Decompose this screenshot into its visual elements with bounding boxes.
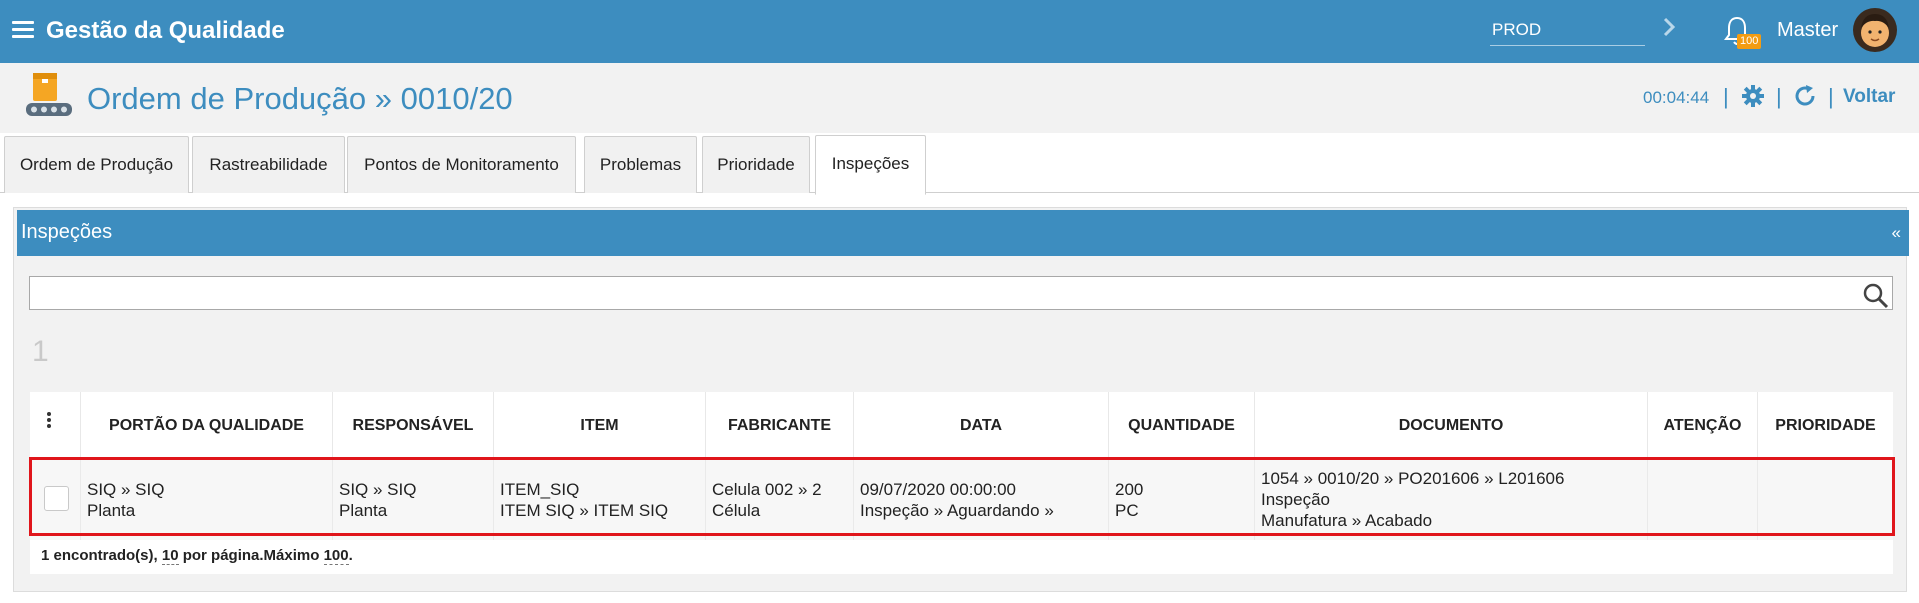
app-title: Gestão da Qualidade bbox=[46, 17, 285, 44]
column-header[interactable]: DATA bbox=[853, 392, 1108, 459]
column-header[interactable]: QUANTIDADE bbox=[1108, 392, 1254, 459]
cell-data: 09/07/2020 00:00:00 Inspeção » Aguardando… bbox=[853, 460, 1108, 540]
panel-title: Inspeções bbox=[21, 221, 113, 243]
separator: | bbox=[1723, 84, 1729, 109]
back-link[interactable]: Voltar bbox=[1843, 86, 1895, 108]
menu-icon[interactable] bbox=[12, 21, 34, 39]
column-menu-icon[interactable] bbox=[47, 412, 53, 430]
cell-prioridade bbox=[1757, 460, 1893, 540]
search-input[interactable] bbox=[29, 276, 1893, 310]
tab-ordem-de-producao[interactable]: Ordem de Produção bbox=[4, 136, 189, 193]
page-header: Ordem de Produção » 0010/20 00:04:44 | |… bbox=[0, 63, 1919, 133]
cell-portao: SIQ » SIQ Planta bbox=[80, 460, 332, 540]
page-number: 1 bbox=[32, 335, 49, 368]
avatar[interactable] bbox=[1853, 8, 1897, 52]
column-header[interactable]: PORTÃO DA QUALIDADE bbox=[80, 392, 332, 459]
cell-documento: 1054 » 0010/20 » PO201606 » L201606 Inspe… bbox=[1254, 460, 1647, 540]
cell-atencao bbox=[1647, 460, 1757, 540]
column-header[interactable]: DOCUMENTO bbox=[1254, 392, 1647, 459]
per-page-selector[interactable]: 10 bbox=[161, 547, 179, 565]
gear-icon[interactable] bbox=[1741, 84, 1765, 108]
top-bar: Gestão da Qualidade 100 Master bbox=[0, 0, 1919, 63]
row-checkbox[interactable] bbox=[44, 486, 69, 511]
pagination-summary: 1 encontrado(s), 10 por página.Máximo 10… bbox=[41, 547, 353, 565]
table-row[interactable]: SIQ » SIQ Planta SIQ » SIQ Planta ITEM_SIQ… bbox=[30, 460, 1893, 540]
cell-fabricante: Celula 002 » 2 Célula bbox=[705, 460, 853, 540]
chevron-right-icon[interactable] bbox=[1660, 15, 1678, 39]
production-line-icon bbox=[26, 73, 72, 116]
page-title: Ordem de Produção » 0010/20 bbox=[87, 81, 513, 116]
table-header: PORTÃO DA QUALIDADE RESPONSÁVEL ITEM FAB… bbox=[30, 392, 1893, 459]
tab-prioridade[interactable]: Prioridade bbox=[702, 136, 810, 193]
tab-rastreabilidade[interactable]: Rastreabilidade bbox=[192, 136, 345, 193]
inspections-table: PORTÃO DA QUALIDADE RESPONSÁVEL ITEM FAB… bbox=[29, 392, 1895, 574]
tab-bar: Ordem de Produção Rastreabilidade Pontos… bbox=[0, 133, 1919, 195]
separator: | bbox=[1776, 84, 1782, 109]
tab-problemas[interactable]: Problemas bbox=[584, 136, 697, 193]
tab-pontos-de-monitoramento[interactable]: Pontos de Monitoramento bbox=[347, 136, 576, 193]
session-timer: 00:04:44 bbox=[1643, 88, 1710, 107]
user-name[interactable]: Master bbox=[1777, 19, 1838, 42]
column-header[interactable]: ITEM bbox=[493, 392, 705, 459]
tab-inspecoes[interactable]: Inspeções bbox=[815, 135, 926, 195]
max-selector[interactable]: 100 bbox=[323, 547, 349, 565]
column-header[interactable]: FABRICANTE bbox=[705, 392, 853, 459]
column-header[interactable]: ATENÇÃO bbox=[1647, 392, 1757, 459]
panel-header: Inspeções « bbox=[17, 210, 1909, 256]
separator: | bbox=[1828, 84, 1834, 109]
search-icon[interactable] bbox=[1862, 282, 1890, 310]
column-header[interactable]: RESPONSÁVEL bbox=[332, 392, 493, 459]
column-header[interactable]: PRIORIDADE bbox=[1757, 392, 1893, 459]
notification-badge: 100 bbox=[1737, 34, 1762, 49]
collapse-icon[interactable]: « bbox=[1892, 223, 1901, 243]
cell-item: ITEM_SIQ ITEM SIQ » ITEM SIQ bbox=[493, 460, 705, 540]
cell-quantidade: 200 PC bbox=[1108, 460, 1254, 540]
refresh-icon[interactable] bbox=[1793, 84, 1817, 108]
environment-input[interactable] bbox=[1490, 14, 1645, 46]
cell-responsavel: SIQ » SIQ Planta bbox=[332, 460, 493, 540]
